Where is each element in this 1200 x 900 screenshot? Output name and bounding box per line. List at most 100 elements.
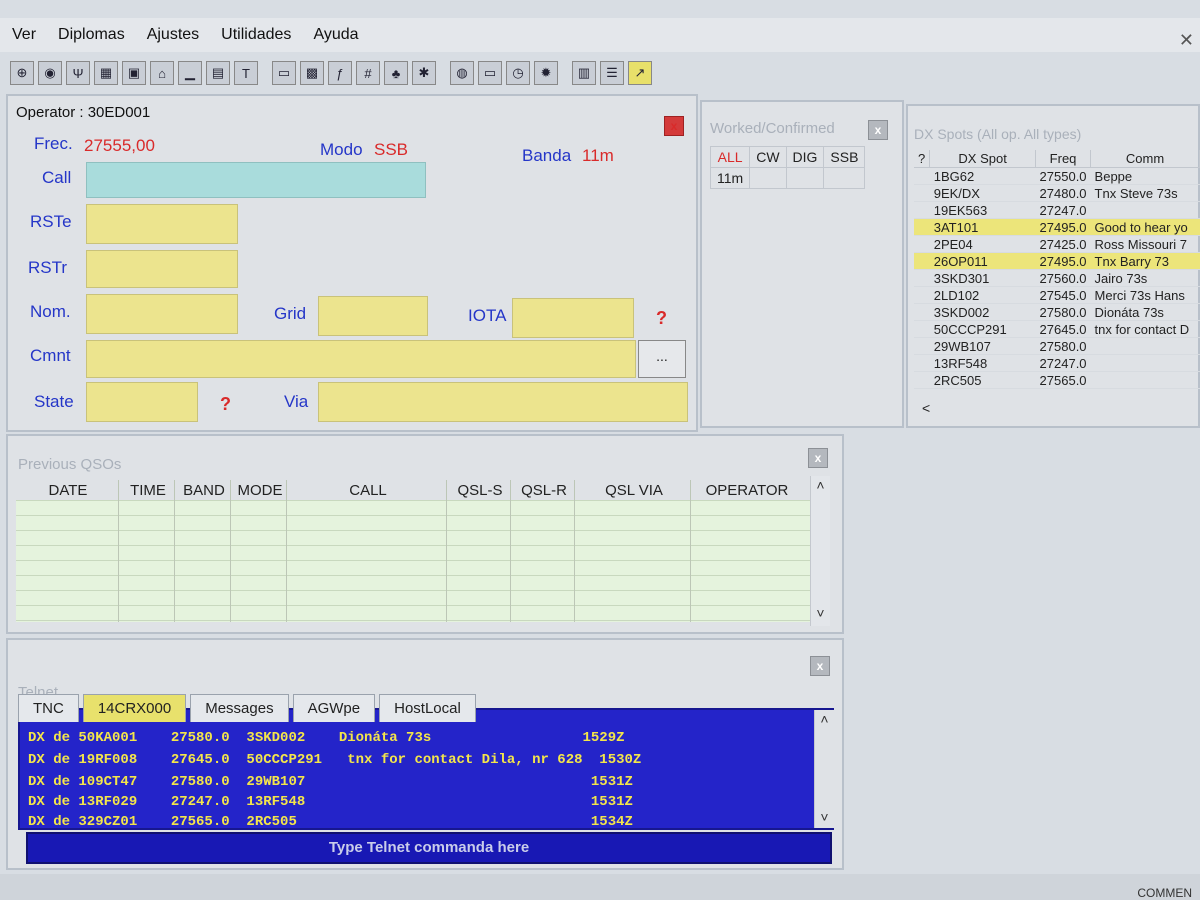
globe-icon[interactable]: ⊕ [10, 61, 34, 85]
spot-comment [1090, 337, 1200, 355]
telnet-output[interactable]: DX de 50KA001 27580.0 3SKD002 Dionáta 73… [18, 708, 834, 830]
fn-icon[interactable]: ƒ [328, 61, 352, 85]
worked-col-ssb[interactable]: SSB [823, 146, 866, 168]
menu-ayuda[interactable]: Ayuda [313, 26, 358, 44]
spots-scroll-left-icon[interactable]: < [922, 400, 930, 416]
col-band[interactable]: BAND [176, 482, 232, 499]
col-date[interactable]: DATE [16, 482, 120, 499]
spot-freq: 27580.0 [1035, 337, 1091, 355]
frec-value: 27555,00 [84, 136, 155, 155]
telnet-command-input[interactable]: Type Telnet commanda here [26, 832, 832, 864]
bug-icon[interactable]: ✱ [412, 61, 436, 85]
previous-close-button[interactable]: x [808, 448, 828, 468]
rstr-input[interactable] [86, 250, 238, 288]
worked-close-button[interactable]: x [868, 120, 888, 140]
rste-input[interactable] [86, 204, 238, 244]
col-mode[interactable]: MODE [232, 482, 288, 499]
previous-scrollbar[interactable]: ˄ ˅ [810, 476, 830, 626]
earth-icon[interactable]: ◍ [450, 61, 474, 85]
spots-col-comment[interactable]: Comm [1090, 150, 1200, 168]
spots-col-freq[interactable]: Freq [1035, 150, 1092, 168]
spot-row[interactable]: 26OP011 27495.0 Tnx Barry 73 [914, 252, 1200, 270]
antenna-icon[interactable]: Ψ [66, 61, 90, 85]
spots-col-flag[interactable]: ? [914, 150, 931, 168]
table-icon[interactable]: ▦ [94, 61, 118, 85]
spot-row[interactable]: 3AT101 27495.0 Good to hear yo [914, 218, 1200, 236]
spot-row[interactable]: 9EK/DX 27480.0 Tnx Steve 73s [914, 184, 1200, 202]
toolbar: ⊕ ◉ Ψ ▦ ▣ ⌂ ▁ ▤ T ▭ ▩ ƒ # ♣ ✱ ◍ ▭ ◷ ✹ ▥ … [10, 56, 1190, 90]
iota-help-icon[interactable]: ? [656, 308, 667, 329]
cmnt-more-button[interactable]: ... [638, 340, 686, 378]
chart-icon[interactable]: ▁ [178, 61, 202, 85]
spot-row[interactable]: 3SKD002 27580.0 Dionáta 73s [914, 303, 1200, 321]
house-icon[interactable]: ⌂ [150, 61, 174, 85]
align-icon[interactable]: ☰ [600, 61, 624, 85]
qso-close-button[interactable]: x [664, 116, 684, 136]
scroll-down-icon[interactable]: ˅ [815, 808, 834, 826]
spot-call: 9EK/DX [929, 184, 1036, 202]
menu-diplomas[interactable]: Diplomas [58, 26, 125, 44]
state-input[interactable] [86, 382, 198, 422]
clock-icon[interactable]: ◷ [506, 61, 530, 85]
worked-col-cw[interactable]: CW [749, 146, 787, 168]
spot-row[interactable]: 13RF548 27247.0 [914, 354, 1200, 372]
spot-comment: Beppe [1090, 167, 1200, 185]
monitor-icon[interactable]: ▭ [478, 61, 502, 85]
scroll-up-icon[interactable]: ˄ [811, 476, 830, 494]
status-bar [0, 874, 1200, 900]
col-time[interactable]: TIME [120, 482, 176, 499]
col-call[interactable]: CALL [288, 482, 448, 499]
window-icon[interactable]: ▭ [272, 61, 296, 85]
text-icon[interactable]: T [234, 61, 258, 85]
gear-icon[interactable]: ✹ [534, 61, 558, 85]
worked-table: ALL CW DIG SSB 11m [709, 146, 866, 189]
arrow-icon[interactable]: ↗ [628, 61, 652, 85]
col-qsl-s[interactable]: QSL-S [448, 482, 512, 499]
cmnt-input[interactable] [86, 340, 636, 378]
spot-row[interactable]: 29WB107 27580.0 [914, 337, 1200, 355]
notebook-icon[interactable]: ▤ [206, 61, 230, 85]
scroll-up-icon[interactable]: ˄ [815, 710, 834, 728]
tab-14crx000[interactable]: 14CRX000 [82, 694, 187, 722]
spot-flag [914, 303, 930, 321]
spot-row[interactable]: 1BG62 27550.0 Beppe [914, 167, 1200, 185]
spot-row[interactable]: 2RC505 27565.0 [914, 371, 1200, 389]
state-help-icon[interactable]: ? [220, 394, 231, 415]
spots-col-call[interactable]: DX Spot [929, 150, 1037, 168]
tab-hostlocal[interactable]: HostLocal [379, 694, 476, 722]
calendar-icon[interactable]: ▥ [572, 61, 596, 85]
tree-icon[interactable]: ♣ [384, 61, 408, 85]
menu-utilidades[interactable]: Utilidades [221, 26, 291, 44]
via-input[interactable] [318, 382, 688, 422]
telnet-close-button[interactable]: x [810, 656, 830, 676]
spot-call: 3SKD301 [929, 269, 1036, 287]
worked-col-dig[interactable]: DIG [785, 146, 825, 168]
scroll-down-icon[interactable]: ˅ [811, 604, 830, 622]
menu-ajustes[interactable]: Ajustes [147, 26, 199, 44]
spot-flag [914, 286, 930, 304]
spot-call: 26OP011 [929, 252, 1036, 270]
grid-input[interactable] [318, 296, 428, 336]
col-operator[interactable]: OPERATOR [692, 482, 802, 499]
image-icon[interactable]: ▣ [122, 61, 146, 85]
spot-row[interactable]: 2LD102 27545.0 Merci 73s Hans [914, 286, 1200, 304]
menu-ver[interactable]: Ver [12, 26, 36, 44]
col-qsl-via[interactable]: QSL VIA [576, 482, 692, 499]
radio-icon[interactable]: ◉ [38, 61, 62, 85]
calculator-icon[interactable]: # [356, 61, 380, 85]
nom-input[interactable] [86, 294, 238, 334]
tab-agwpe[interactable]: AGWpe [292, 694, 376, 722]
col-qsl-r[interactable]: QSL-R [512, 482, 576, 499]
spot-row[interactable]: 3SKD301 27560.0 Jairo 73s [914, 269, 1200, 287]
tab-messages[interactable]: Messages [190, 694, 289, 722]
telnet-scrollbar[interactable]: ˄ ˅ [814, 710, 834, 828]
call-input[interactable] [86, 162, 426, 198]
worked-col-all[interactable]: ALL [709, 146, 751, 168]
tab-tnc[interactable]: TNC [18, 694, 79, 722]
spot-row[interactable]: 2PE04 27425.0 Ross Missouri 7 [914, 235, 1200, 253]
spot-row[interactable]: 50CCCP291 27645.0 tnx for contact D [914, 320, 1200, 338]
iota-input[interactable] [512, 298, 634, 338]
spot-row[interactable]: 19EK563 27247.0 [914, 201, 1200, 219]
map-icon[interactable]: ▩ [300, 61, 324, 85]
window-close-icon[interactable]: ✕ [1179, 30, 1194, 51]
